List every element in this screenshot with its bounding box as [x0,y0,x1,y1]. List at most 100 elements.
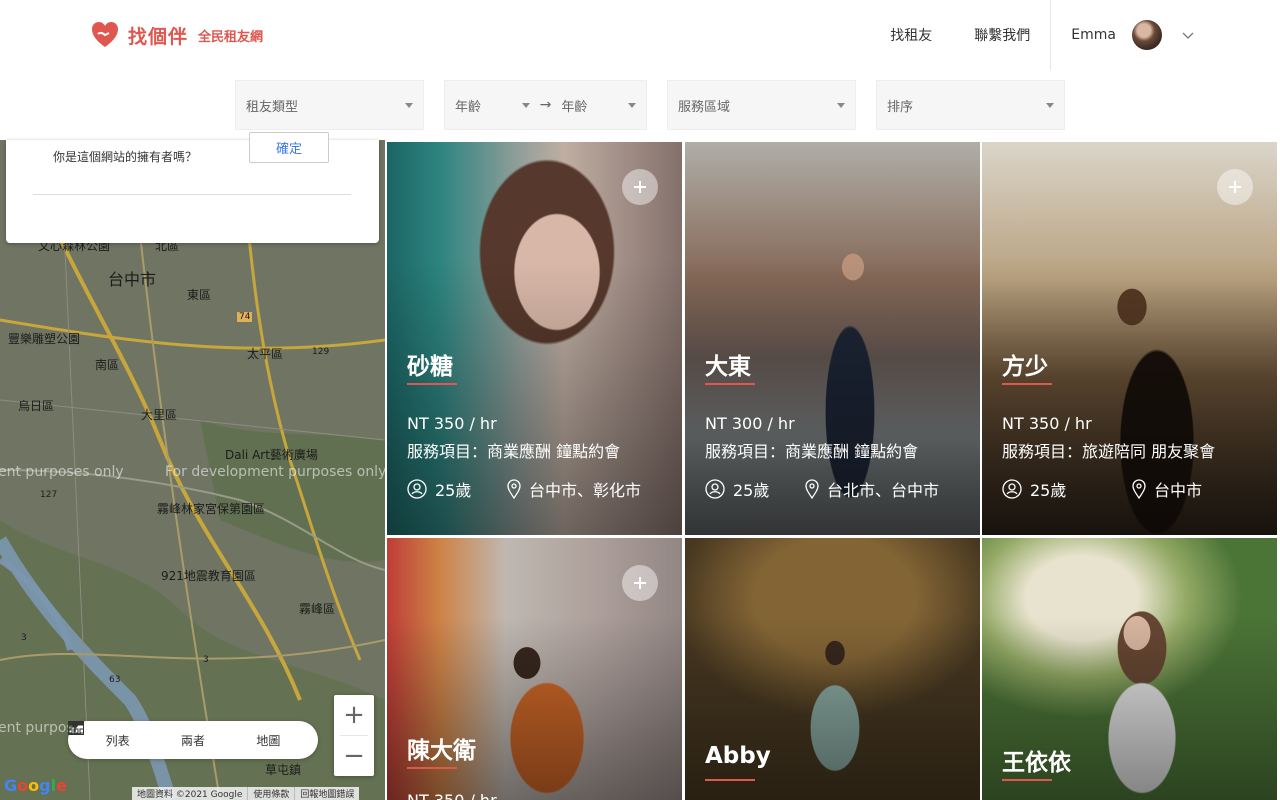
sort-select[interactable]: 排序 [876,80,1065,130]
zoom-in-button[interactable]: + [334,695,374,735]
confirm-button[interactable]: 確定 [249,132,329,163]
card-age-value: 25歲 [733,481,770,500]
friend-card[interactable]: Abby [685,538,980,800]
area-select[interactable]: 服務區域 [667,80,856,130]
map-label: 霧峰區 [299,602,336,616]
card-underline [1002,383,1052,385]
type-select[interactable]: 租友類型 [235,80,424,130]
main-nav: 找租友 聯繫我們 Emma [890,0,1280,70]
divider [33,194,229,195]
age-to-label: 年齡 [561,99,588,115]
map-dev-notice: 你是這個網站的擁有者嗎？ 確定 [6,132,379,243]
card-name: 大東 [705,354,751,380]
age-range-select: 年齡 → 年齡 [444,80,647,130]
map-label: 南區 [95,358,120,372]
card-price: NT 350 / hr [407,791,497,800]
report-error-link[interactable]: 回報地圖錯誤 [295,787,359,800]
plus-icon [634,181,646,193]
location-pin-icon [1132,479,1146,499]
map-label: 東區 [187,288,212,302]
card-price: NT 300 / hr [705,414,795,433]
caret-down-icon [837,102,845,108]
nav-contact[interactable]: 聯繫我們 [974,25,1030,45]
map-label: 烏日區 [18,399,55,413]
user-name: Emma [1071,27,1116,43]
plus-icon [1229,181,1241,193]
caret-down-icon [405,102,413,108]
brand-title: 找個伴 [128,25,189,48]
map-label: 霧峰林家宮保第園區 [157,502,266,516]
card-name: 王依依 [1002,750,1071,776]
add-friend-button[interactable] [1217,169,1253,205]
card-name: 砂糖 [407,354,453,380]
chevron-down-icon[interactable] [1182,29,1194,41]
map-data-credit: 地圖資料 ©2021 Google [132,787,249,800]
heart-hand-icon [92,22,118,47]
card-meta: 25歲 台中市、彰化市 [407,477,641,501]
map-watermark: ent purpos [0,720,74,736]
google-logo: Google [4,776,67,795]
nav-find-friend[interactable]: 找租友 [890,25,932,45]
age-from-select[interactable]: 年齡 [445,96,540,115]
card-underline [705,779,755,781]
zoom-out-button[interactable]: − [334,736,374,776]
map-attribution: 地圖資料 ©2021 Google 使用條款 回報地圖錯誤 [132,787,360,800]
type-select-label: 租友類型 [246,99,299,115]
map-label: 大里區 [141,408,178,422]
caret-down-icon [628,102,637,108]
site-header: 找個伴 全民租友網 找租友 聯繫我們 Emma [0,0,1280,70]
card-service: 服務項目：商業應酬 鐘點約會 [705,442,919,461]
card-name: 方少 [1002,354,1048,380]
owner-question: 你是這個網站的擁有者嗎？ [53,150,198,164]
card-age-value: 25歲 [1030,481,1067,500]
map-watermark: For development purposes only [165,464,385,480]
card-underline [705,383,755,385]
area-select-label: 服務區域 [678,99,731,115]
map-label: 草屯鎮 [265,763,302,777]
card-age: 25歲 [705,477,805,501]
card-underline [407,767,457,769]
location-pin-icon [805,479,819,499]
map-label: 太平區 [247,347,284,361]
view-list-button[interactable]: 列表 [68,721,130,749]
card-underline [1002,779,1052,781]
age-to-select[interactable]: 年齡 [551,96,646,115]
card-location-value: 台中市、彰化市 [529,481,642,500]
user-menu[interactable]: Emma [1051,0,1280,70]
add-friend-button[interactable] [622,565,658,601]
brand-logo[interactable]: 找個伴 全民租友網 [90,20,263,50]
map-label: 台中市 [108,270,157,289]
friend-card[interactable]: 陳大衛 NT 350 / hr [387,538,682,800]
road-number: 74 [237,312,253,322]
divider [229,194,351,195]
card-location: 台中市 [1132,477,1202,501]
age-from-label: 年齡 [455,99,482,115]
card-location: 台北市、台中市 [805,477,939,501]
terms-link[interactable]: 使用條款 [248,787,296,800]
add-friend-button[interactable] [622,169,658,205]
avatar [1132,20,1162,50]
zoom-control: + − [334,695,374,776]
user-icon [705,479,725,499]
card-location-value: 台北市、台中市 [827,481,940,500]
friend-card[interactable]: 王依依 [982,538,1277,800]
confirm-label: 確定 [275,142,302,157]
view-both-button[interactable]: 兩者 [68,721,205,749]
location-pin-icon [507,479,521,499]
card-location-value: 台中市 [1154,481,1203,500]
card-meta: 25歲 台北市、台中市 [705,477,939,501]
card-underline [407,383,457,385]
road-number: 129 [312,347,330,357]
map-label: Dali Art藝術廣場 [225,448,318,462]
friend-card[interactable]: 砂糖 NT 350 / hr 服務項目：商業應酬 鐘點約會 25歲 台中市、彰化… [387,142,682,535]
road-number: 3 [21,633,27,643]
caret-down-icon [521,102,530,108]
map-label: 921地震教育園區 [161,569,256,583]
card-name: 陳大衛 [407,738,476,764]
friend-card[interactable]: 大東 NT 300 / hr 服務項目：商業應酬 鐘點約會 25歲 台北市、台中… [685,142,980,535]
friend-card[interactable]: 方少 NT 350 / hr 服務項目：旅遊陪同 朋友聚會 25歲 台中市 [982,142,1277,535]
card-meta: 25歲 台中市 [1002,477,1202,501]
map-label: 豐樂雕塑公園 [8,332,81,346]
view-map-button[interactable]: 地圖 [69,722,280,749]
card-location: 台中市、彰化市 [507,477,641,501]
